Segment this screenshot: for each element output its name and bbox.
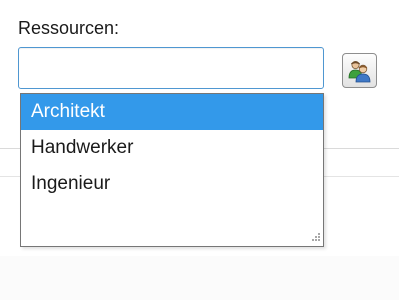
users-icon bbox=[348, 61, 371, 83]
option-handwerker[interactable]: Handwerker bbox=[21, 130, 323, 166]
resources-input[interactable] bbox=[18, 47, 324, 89]
resources-option-list: Architekt Handwerker Ingenieur bbox=[21, 94, 323, 202]
option-architekt[interactable]: Architekt bbox=[21, 94, 323, 130]
option-ingenieur[interactable]: Ingenieur bbox=[21, 166, 323, 202]
select-resources-button[interactable] bbox=[342, 53, 377, 88]
resize-grip-icon[interactable] bbox=[307, 230, 321, 244]
background-panel bbox=[0, 256, 399, 300]
resources-dropdown: Architekt Handwerker Ingenieur bbox=[20, 93, 324, 247]
resources-label: Ressourcen: bbox=[18, 18, 120, 38]
